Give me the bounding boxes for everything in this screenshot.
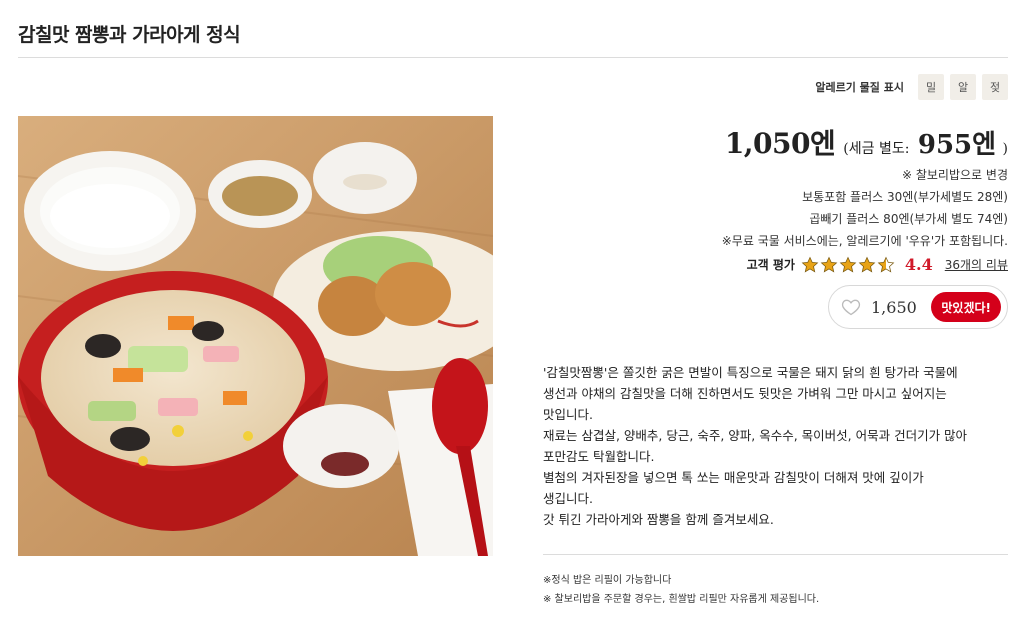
menu-photo — [18, 116, 493, 556]
rating-value: 4.4 — [904, 255, 933, 274]
menu-description: '감칠맛짬뽕'은 쫄깃한 굵은 면발이 특징으로 국물은 돼지 닭의 흰 탕가라… — [543, 362, 1003, 530]
rating-stars — [801, 256, 895, 274]
option-regular-plus: 보통포함 플러스 30엔(부가세별도 28엔) — [802, 190, 1008, 204]
description-line: 별첨의 겨자된장을 넣으면 톡 쏘는 매운맛과 감칠맛이 더해져 맛에 깊이가 — [543, 470, 924, 485]
description-line: 생선과 야채의 감칠맛을 더해 진하면서도 뒷맛은 가벼워 그만 마시고 싶어지… — [543, 386, 947, 401]
review-link[interactable]: 36개의 리뷰 — [945, 256, 1008, 273]
star-icon — [820, 256, 838, 273]
title-divider — [18, 57, 1008, 58]
soup-allergen-note: ※무료 국물 서비스에는, 알레르기에 '우유'가 포함됩니다. — [721, 234, 1008, 248]
description-line: 맛입니다. — [543, 407, 593, 422]
description-line: 포만감도 탁월합니다. — [543, 449, 655, 464]
looks-tasty-button[interactable]: 맛있겠다! — [931, 292, 1001, 322]
price-sub-close: ) — [1002, 141, 1008, 157]
description-line: 생깁니다. — [543, 491, 593, 506]
barley-refill-note: ※ 찰보리밥을 주문할 경우는, 흰쌀밥 리필만 자유롭게 제공됩니다. — [543, 594, 820, 605]
allergen-chip-milk[interactable]: 젖 — [982, 74, 1008, 100]
description-line: 갓 튀긴 가라아게와 짬뽕을 함께 즐겨보세요. — [543, 512, 774, 527]
description-line: '감칠맛짬뽕'은 쫄깃한 굵은 면발이 특징으로 국물은 돼지 닭의 흰 탕가라… — [543, 365, 958, 380]
price-sub-value: 955엔 — [917, 130, 997, 160]
rating-label: 고객 평가 — [746, 258, 795, 272]
rating-row: 고객 평가 4.4 36개의 리뷰 — [747, 255, 1008, 274]
allergen-label: 알레르기 물질 표시 — [815, 81, 904, 94]
heart-icon[interactable] — [841, 297, 861, 317]
price-main: 1,050엔 — [724, 127, 836, 160]
refill-note: ※정식 밥은 리필이 가능합니다 — [543, 575, 672, 586]
like-box: 1,650 맛있겠다! — [828, 285, 1008, 329]
description-line: 재료는 삼겹살, 양배추, 당근, 숙주, 양파, 옥수수, 목이버섯, 어묵과… — [543, 428, 968, 443]
page-title: 감칠맛 짬뽕과 가라아게 정식 — [18, 24, 241, 46]
allergen-row: 알레르기 물질 표시 밀 알 젖 — [815, 74, 1008, 100]
star-icon — [839, 256, 857, 273]
option-barley-rice: ※ 찰보리밥으로 변경 — [901, 168, 1008, 182]
price-row: 1,050엔 (세금 별도: 955엔 ) — [725, 122, 1008, 162]
price-tax-excluded: (세금 별도: 955엔 ) — [843, 124, 1008, 161]
allergen-chip-wheat[interactable]: 밀 — [918, 74, 944, 100]
like-count: 1,650 — [871, 297, 917, 317]
description-divider — [543, 554, 1008, 555]
option-large-plus: 곱빼기 플러스 80엔(부가세 별도 74엔) — [809, 212, 1008, 226]
price-sub-open: (세금 별도: — [843, 141, 910, 157]
star-icon — [801, 256, 819, 273]
star-icon — [858, 256, 876, 273]
allergen-chip-egg[interactable]: 알 — [950, 74, 976, 100]
star-half-icon — [877, 256, 895, 273]
